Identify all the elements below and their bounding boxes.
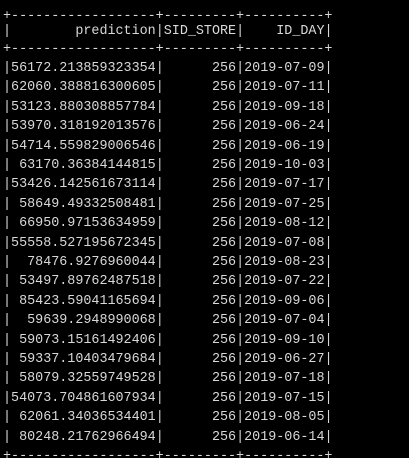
cell-prediction: 78476.9276960044 [11, 255, 156, 270]
table-row: |53970.318192013576| 256|2019-06-24| [3, 119, 333, 135]
cell-sid-store: 256 [163, 293, 237, 309]
terminal-window: +------------------+---------+----------… [0, 0, 409, 458]
cell-prediction: 53970.318192013576 [11, 119, 156, 135]
table-row: | 80248.21762966494| 256|2019-06-14| [3, 429, 333, 445]
cell-sid-store: 256 [163, 371, 237, 387]
cell-prediction: 58079.32559749528 [11, 371, 156, 387]
cell-sid-store: 256 [163, 332, 237, 348]
cell-prediction: 85423.59041165694 [11, 293, 156, 309]
cell-prediction: 62060.388816300605 [11, 80, 156, 96]
cell-id-day: 2019-07-04 [244, 313, 325, 329]
table-border-bottom: +------------------+---------+----------… [3, 449, 333, 458]
table-row: | 59639.2948990068| 256|2019-07-04| [3, 313, 333, 329]
cell-id-day: 2019-09-18 [244, 99, 325, 115]
cell-id-day: 2019-07-09 [244, 61, 325, 76]
cell-id-day: 2019-08-12 [244, 216, 325, 232]
table-row: |53426.142561673114| 256|2019-07-17| [3, 177, 333, 193]
table-row: | 53497.89762487518| 256|2019-07-22| [3, 274, 333, 290]
cell-sid-store: 256 [163, 216, 237, 232]
cell-prediction: 80248.21762966494 [11, 429, 156, 445]
cell-prediction: 66950.97153634959 [11, 216, 156, 232]
table-row: |53123.880308857784| 256|2019-09-18| [3, 99, 333, 115]
cell-id-day: 2019-06-24 [244, 119, 325, 135]
cell-sid-store: 256 [163, 313, 237, 329]
header-id-day: ID_DAY [244, 24, 325, 39]
cell-sid-store: 256 [163, 274, 237, 290]
cell-id-day: 2019-07-18 [244, 371, 325, 387]
cell-sid-store: 256 [163, 119, 237, 135]
cell-prediction: 54073.704861607934 [11, 390, 156, 406]
cell-sid-store: 256 [163, 390, 237, 406]
cell-prediction: 58649.49332508481 [11, 196, 156, 212]
table-row: |56172.213859323354| 256|2019-07-09| [3, 61, 333, 76]
cell-prediction: 59337.10403479684 [11, 352, 156, 367]
table-row: | 66950.97153634959| 256|2019-08-12| [3, 216, 333, 232]
cell-sid-store: 256 [163, 235, 237, 251]
table-row: | 59337.10403479684| 256|2019-06-27| [3, 352, 333, 367]
table-row: |54714.559829006546| 256|2019-06-19| [3, 138, 333, 154]
cell-prediction: 63170.36384144815 [11, 158, 156, 173]
cell-id-day: 2019-07-25 [244, 196, 325, 212]
table-row: | 62061.34036534401| 256|2019-08-05| [3, 410, 333, 426]
cell-prediction: 59073.15161492406 [11, 332, 156, 348]
cell-sid-store: 256 [163, 158, 237, 173]
cell-id-day: 2019-06-27 [244, 352, 325, 367]
cell-id-day: 2019-06-14 [244, 429, 325, 445]
cell-sid-store: 256 [163, 61, 237, 76]
cell-id-day: 2019-06-19 [244, 138, 325, 154]
cell-id-day: 2019-08-23 [244, 255, 325, 270]
table-row: | 63170.36384144815| 256|2019-10-03| [3, 158, 333, 173]
cell-prediction: 53426.142561673114 [11, 177, 156, 193]
cell-id-day: 2019-07-11 [244, 80, 325, 96]
cell-id-day: 2019-09-06 [244, 293, 325, 309]
table-row: | 85423.59041165694| 256|2019-09-06| [3, 293, 333, 309]
cell-sid-store: 256 [163, 138, 237, 154]
cell-sid-store: 256 [163, 99, 237, 115]
cell-prediction: 53497.89762487518 [11, 274, 156, 290]
header-prediction: prediction [11, 24, 156, 39]
cell-sid-store: 256 [163, 196, 237, 212]
table-row: | 58079.32559749528| 256|2019-07-18| [3, 371, 333, 387]
cell-id-day: 2019-08-05 [244, 410, 325, 426]
cell-prediction: 55558.527195672345 [11, 235, 156, 251]
table-header-row: | prediction|SID_STORE| ID_DAY| [3, 24, 333, 39]
cell-prediction: 54714.559829006546 [11, 138, 156, 154]
cell-id-day: 2019-09-10 [244, 332, 325, 348]
cell-sid-store: 256 [163, 80, 237, 96]
cell-sid-store: 256 [163, 429, 237, 445]
cell-id-day: 2019-07-22 [244, 274, 325, 290]
cell-sid-store: 256 [163, 352, 237, 367]
cell-prediction: 56172.213859323354 [11, 61, 156, 76]
cell-sid-store: 256 [163, 177, 237, 193]
cell-sid-store: 256 [163, 410, 237, 426]
cell-id-day: 2019-10-03 [244, 158, 325, 173]
table-border-header: +------------------+---------+----------… [3, 42, 333, 57]
table-row: |62060.388816300605| 256|2019-07-11| [3, 80, 333, 96]
cell-id-day: 2019-07-15 [244, 390, 325, 406]
table-row: | 78476.9276960044| 256|2019-08-23| [3, 255, 333, 270]
header-sid-store: SID_STORE [163, 24, 237, 39]
cell-prediction: 62061.34036534401 [11, 410, 156, 426]
cell-prediction: 53123.880308857784 [11, 99, 156, 115]
table-row: |54073.704861607934| 256|2019-07-15| [3, 390, 333, 406]
cell-sid-store: 256 [163, 255, 237, 270]
table-row: |55558.527195672345| 256|2019-07-08| [3, 235, 333, 251]
cell-prediction: 59639.2948990068 [11, 313, 156, 329]
cell-id-day: 2019-07-08 [244, 235, 325, 251]
table-row: | 58649.49332508481| 256|2019-07-25| [3, 196, 333, 212]
table-row: | 59073.15161492406| 256|2019-09-10| [3, 332, 333, 348]
cell-id-day: 2019-07-17 [244, 177, 325, 193]
